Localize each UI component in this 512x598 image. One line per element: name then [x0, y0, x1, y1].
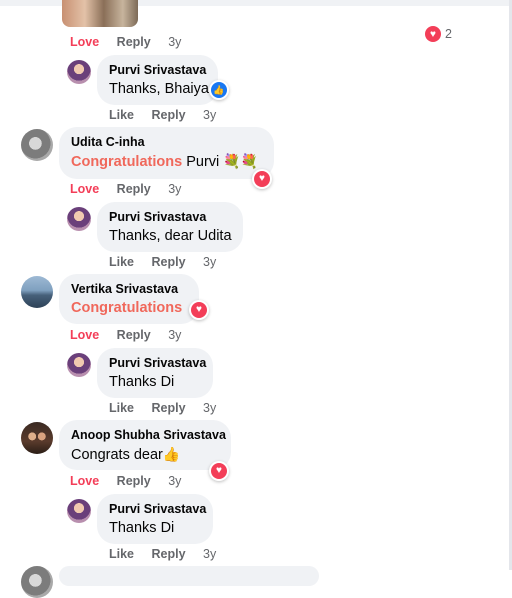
- reply-button[interactable]: Reply: [152, 547, 186, 561]
- comment-actions: Like Reply 3y: [109, 108, 230, 122]
- congratulations-highlight: Congratulations: [71, 154, 183, 170]
- commenter-name[interactable]: Purvi Srivastava: [109, 63, 206, 77]
- comment-image-thumbnail[interactable]: [62, 0, 138, 27]
- timestamp[interactable]: 3y: [203, 108, 216, 122]
- comment-text: Thanks Di: [109, 520, 175, 536]
- avatar[interactable]: [21, 276, 53, 308]
- comment-actions: Like Reply 3y: [109, 401, 230, 415]
- comment-actions: Love Reply 3y: [70, 182, 195, 196]
- comment-actions: Love Reply 3y: [70, 35, 195, 49]
- timestamp[interactable]: 3y: [168, 35, 181, 49]
- commenter-name[interactable]: Anoop Shubha Srivastava: [71, 428, 226, 442]
- reply-button[interactable]: Reply: [152, 255, 186, 269]
- heart-icon: ♥: [425, 26, 441, 42]
- comment-actions: Like Reply 3y: [109, 255, 230, 269]
- comment-bubble: Purvi Srivastava Thanks, Bhaiya: [97, 55, 218, 105]
- commenter-name[interactable]: Udita C-inha: [71, 135, 145, 149]
- commenter-name[interactable]: Purvi Srivastava: [109, 210, 206, 224]
- commenter-name[interactable]: Purvi Srivastava: [109, 502, 206, 516]
- comment-text-main: Congrats dear: [71, 447, 163, 463]
- like-button[interactable]: Like: [109, 401, 134, 415]
- reaction-summary[interactable]: ♥ 2: [425, 24, 452, 44]
- comment-bubble: Vertika Srivastava Congratulations: [59, 274, 199, 324]
- love-button[interactable]: Love: [70, 35, 99, 49]
- comment-text: Congratulations: [71, 300, 182, 316]
- timestamp[interactable]: 3y: [203, 401, 216, 415]
- love-button[interactable]: Love: [70, 328, 99, 342]
- reply-button[interactable]: Reply: [117, 35, 151, 49]
- comment-text-rest: Purvi: [186, 154, 220, 170]
- comment-bubble: Purvi Srivastava Thanks Di: [97, 494, 213, 544]
- comment-text: Congratulations Purvi 💐💐: [71, 153, 258, 170]
- reply-button[interactable]: Reply: [152, 108, 186, 122]
- bouquet-emoji: 💐💐: [223, 153, 259, 169]
- heart-icon: ♥: [254, 171, 270, 187]
- comment-text: Thanks Di: [109, 374, 175, 390]
- like-button[interactable]: Like: [109, 108, 134, 122]
- avatar[interactable]: [21, 422, 53, 454]
- like-button[interactable]: Like: [109, 547, 134, 561]
- comment-bubble: Purvi Srivastava Thanks, dear Udita: [97, 202, 243, 252]
- timestamp[interactable]: 3y: [203, 547, 216, 561]
- timestamp[interactable]: 3y: [168, 474, 181, 488]
- commenter-name[interactable]: Vertika Srivastava: [71, 282, 178, 296]
- reply-button[interactable]: Reply: [117, 328, 151, 342]
- reply-button[interactable]: Reply: [152, 401, 186, 415]
- comment-text: Thanks, Bhaiya: [109, 81, 209, 97]
- love-button[interactable]: Love: [70, 474, 99, 488]
- congratulations-highlight: Congratulations: [71, 300, 183, 316]
- commenter-name[interactable]: Purvi Srivastava: [109, 356, 206, 370]
- comment-bubble: [59, 566, 319, 586]
- reaction-badge[interactable]: ♥: [209, 461, 229, 481]
- reply-button[interactable]: Reply: [117, 182, 151, 196]
- comment-bubble: Purvi Srivastava Thanks Di: [97, 348, 213, 398]
- avatar[interactable]: [67, 60, 91, 84]
- heart-icon: ♥: [191, 302, 207, 318]
- comment-actions: Like Reply 3y: [109, 547, 230, 561]
- avatar[interactable]: [67, 499, 91, 523]
- reaction-badge[interactable]: ♥: [189, 300, 209, 320]
- timestamp[interactable]: 3y: [203, 255, 216, 269]
- thumbs-up-icon: 👍: [211, 82, 227, 98]
- love-button[interactable]: Love: [70, 182, 99, 196]
- avatar[interactable]: [67, 353, 91, 377]
- comment-actions: Love Reply 3y: [70, 474, 195, 488]
- avatar[interactable]: [21, 129, 53, 161]
- comment-bubble: Udita C-inha Congratulations Purvi 💐💐: [59, 127, 274, 179]
- timestamp[interactable]: 3y: [168, 182, 181, 196]
- timestamp[interactable]: 3y: [168, 328, 181, 342]
- heart-icon: ♥: [211, 463, 227, 479]
- like-button[interactable]: Like: [109, 255, 134, 269]
- comment-bubble: Anoop Shubha Srivastava Congrats dear👍: [59, 420, 231, 470]
- reaction-badge[interactable]: 👍: [209, 80, 229, 100]
- comment-text: Thanks, dear Udita: [109, 228, 232, 244]
- avatar[interactable]: [67, 207, 91, 231]
- avatar[interactable]: [21, 566, 53, 598]
- comment-text: Congrats dear👍: [71, 446, 180, 463]
- comment-actions: Love Reply 3y: [70, 328, 195, 342]
- reaction-count: 2: [445, 27, 452, 41]
- reply-button[interactable]: Reply: [117, 474, 151, 488]
- reaction-badge[interactable]: ♥: [252, 169, 272, 189]
- thumbs-up-emoji: 👍: [162, 446, 181, 462]
